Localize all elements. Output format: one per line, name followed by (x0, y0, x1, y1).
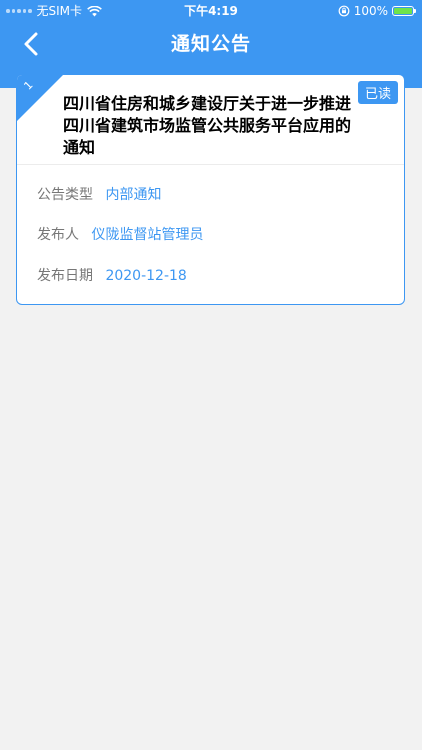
notice-type-value: 内部通知 (105, 187, 162, 203)
battery-charging-icon (392, 6, 416, 16)
publisher-row: 发布人 仪陇监督站管理员 (37, 225, 203, 245)
page-title: 通知公告 (170, 33, 251, 55)
notice-title: 四川省住房和城乡建设厅关于进一步推进四川省建筑市场监管公共服务平台应用的通知 (63, 94, 352, 157)
publish-date-label: 发布日期 (37, 268, 93, 284)
publisher-label: 发布人 (37, 227, 79, 243)
notice-type-row: 公告类型 内部通知 (37, 185, 161, 205)
read-status-badge: 已读 (357, 81, 398, 104)
publish-date-row: 发布日期 2020-12-18 (37, 266, 187, 286)
publish-date-value: 2020-12-18 (105, 268, 187, 284)
orientation-lock-icon (338, 5, 350, 17)
status-bar: 无SIM卡 下午4:19 100% (0, 0, 422, 22)
status-right: 100% (338, 0, 416, 22)
notice-type-label: 公告类型 (37, 187, 93, 203)
divider (17, 164, 404, 165)
publisher-value: 仪陇监督站管理员 (91, 227, 204, 243)
battery-percent: 100% (353, 4, 388, 18)
notice-card[interactable]: 1 已读 四川省住房和城乡建设厅关于进一步推进四川省建筑市场监管公共服务平台应用… (16, 74, 405, 305)
navigation-bar: 通知公告 (0, 22, 422, 66)
